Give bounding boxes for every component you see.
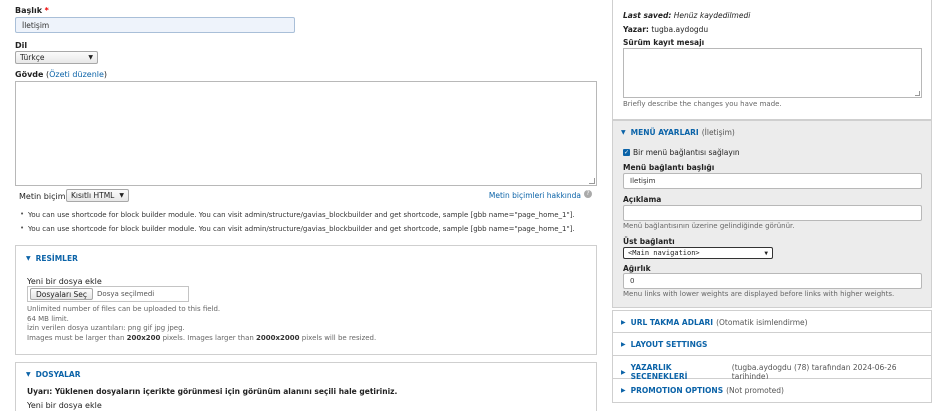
title-label: Başlık <box>15 6 43 15</box>
caret-down-icon: ▼ <box>26 255 31 262</box>
parent-selected: <Main navigation> <box>628 249 700 257</box>
files-toggle[interactable]: ▼ DOSYALAR <box>26 370 81 379</box>
layout-settings-toggle[interactable]: ▶ LAYOUT SETTINGS <box>621 340 707 349</box>
language-label: Dil <box>15 41 28 50</box>
caret-down-icon: ▼ <box>26 371 31 378</box>
images-limit-1: Unlimited number of files can be uploade… <box>27 305 221 313</box>
text-format-help-link[interactable]: Metin biçimleri hakkında <box>489 191 581 200</box>
files-title: DOSYALAR <box>35 370 81 379</box>
resize-handle-icon[interactable] <box>589 178 595 184</box>
provide-link-checkbox[interactable]: ✓ <box>623 149 630 156</box>
provide-link-label: Bir menü bağlantısı sağlayın <box>633 148 740 157</box>
description-input[interactable] <box>623 205 922 221</box>
size-mid: pixels. Images larger than <box>160 333 257 342</box>
images-add-label: Yeni bir dosya ekle <box>27 277 102 286</box>
body-label: Gövde <box>15 70 44 79</box>
description-label: Açıklama <box>623 195 662 204</box>
chevron-down-icon: ▼ <box>764 249 768 257</box>
layout-settings-section[interactable]: ▶ LAYOUT SETTINGS <box>612 333 932 356</box>
chevron-down-icon: ▼ <box>119 192 124 199</box>
title-field-group: Başlık * <box>15 6 49 15</box>
chevron-down-icon: ▼ <box>88 54 93 61</box>
text-format-label: Metin biçimi <box>19 192 68 201</box>
text-format-tips: You can use shortcode for block builder … <box>18 210 598 239</box>
meta-panel: Last saved: Henüz kaydedilmedi Yazar: tu… <box>612 0 932 120</box>
parent-select[interactable]: <Main navigation> ▼ <box>623 247 773 259</box>
images-description: Unlimited number of files can be uploade… <box>27 305 376 343</box>
link-title-label: Menü bağlantı başlığı <box>623 163 715 172</box>
section-title: LAYOUT SETTINGS <box>630 340 708 349</box>
section-title: URL TAKMA ADLARI <box>630 318 714 327</box>
promotion-toggle[interactable]: ▶ PROMOTION OPTIONS (Not promoted) <box>621 386 784 395</box>
paren-close: ) <box>103 70 108 79</box>
text-format-selected: Kısıtlı HTML <box>71 191 115 200</box>
author-label: Yazar: <box>623 25 649 34</box>
images-toggle[interactable]: ▼ RESİMLER <box>26 254 78 263</box>
provide-link-row: ✓ Bir menü bağlantısı sağlayın <box>623 148 740 157</box>
text-format-row: Metin biçimi Kısıtlı HTML ▼ Metin biçiml… <box>15 189 597 205</box>
section-subtitle: (Not promoted) <box>726 386 784 395</box>
body-editor[interactable] <box>15 81 597 186</box>
weight-label: Ağırlık <box>623 264 651 273</box>
images-limit-2: 64 MB limit. <box>27 314 69 323</box>
size-prefix: Images must be larger than <box>27 333 127 342</box>
size-min: 200x200 <box>126 333 161 342</box>
author-row: Yazar: tugba.aydogdu <box>623 25 708 34</box>
edit-summary-link[interactable]: Özeti düzenle <box>49 70 104 79</box>
files-fieldset: ▼ DOSYALAR Uyarı: Yüklenen dosyaların iç… <box>15 362 597 411</box>
menu-settings-toggle[interactable]: ▼ MENÜ AYARLARI (İletişim) <box>621 128 735 137</box>
files-warning: Uyarı: Yüklenen dosyaların içerikte görü… <box>27 387 398 396</box>
images-size-rule: Images must be larger than 200x200 pixel… <box>27 334 376 344</box>
language-select[interactable]: Türkçe ▼ <box>15 51 98 64</box>
weight-description: Menu links with lower weights are displa… <box>623 290 895 298</box>
caret-right-icon: ▶ <box>621 341 626 348</box>
images-file-input[interactable]: Dosyaları Seç Dosya seçilmedi <box>27 286 189 302</box>
text-format-select[interactable]: Kısıtlı HTML ▼ <box>66 189 129 202</box>
menu-settings-subtitle: (İletişim) <box>701 128 735 137</box>
parent-label: Üst bağlantı <box>623 237 675 246</box>
menu-settings-title: MENÜ AYARLARI <box>630 128 699 137</box>
images-fieldset: ▼ RESİMLER Yeni bir dosya ekle Dosyaları… <box>15 245 597 355</box>
last-saved: Last saved: Henüz kaydedilmedi <box>623 11 750 20</box>
revision-textarea[interactable] <box>623 48 922 98</box>
revision-label: Sürüm kayıt mesajı <box>623 38 705 47</box>
title-input[interactable] <box>15 17 295 33</box>
files-add-label: Yeni bir dosya ekle <box>27 401 102 410</box>
last-saved-value: Henüz kaydedilmedi <box>673 11 751 20</box>
author-value: tugba.aydogdu <box>651 25 709 34</box>
section-subtitle: (Otomatik isimlendirme) <box>716 318 808 327</box>
weight-input[interactable] <box>623 273 922 289</box>
required-mark: * <box>44 6 49 15</box>
section-title: PROMOTION OPTIONS <box>630 386 724 395</box>
promotion-section[interactable]: ▶ PROMOTION OPTIONS (Not promoted) <box>612 379 932 403</box>
url-alias-toggle[interactable]: ▶ URL TAKMA ADLARI (Otomatik isimlendirm… <box>621 318 808 327</box>
no-file-text: Dosya seçilmedi <box>97 290 155 298</box>
size-max: 2000x2000 <box>256 333 300 342</box>
url-alias-section[interactable]: ▶ URL TAKMA ADLARI (Otomatik isimlendirm… <box>612 310 932 333</box>
caret-right-icon: ▶ <box>621 319 626 326</box>
authoring-section[interactable]: ▶ YAZARLIK SEÇENEKLERİ (tugba.aydogdu (7… <box>612 356 932 381</box>
body-label-row: Gövde (Özeti düzenle) <box>15 70 107 79</box>
link-title-input[interactable] <box>623 173 922 189</box>
images-extensions: İzin verilen dosya uzantıları: png gif j… <box>27 324 185 332</box>
description-help: Menü bağlantısının üzerine gelindiğinde … <box>623 222 795 230</box>
images-title: RESİMLER <box>35 254 78 263</box>
resize-handle-icon[interactable] <box>915 91 920 96</box>
caret-right-icon: ▶ <box>621 368 626 376</box>
choose-files-button[interactable]: Dosyaları Seç <box>30 288 94 300</box>
list-item: You can use shortcode for block builder … <box>18 224 598 233</box>
caret-right-icon: ▶ <box>621 387 626 394</box>
help-icon[interactable]: ? <box>584 190 592 198</box>
language-selected: Türkçe <box>20 53 45 62</box>
revision-description: Briefly describe the changes you have ma… <box>623 100 782 108</box>
last-saved-label: Last saved: <box>623 11 672 20</box>
size-suffix: pixels will be resized. <box>299 333 377 342</box>
list-item: You can use shortcode for block builder … <box>18 210 598 219</box>
caret-down-icon: ▼ <box>621 129 626 136</box>
menu-settings-panel: ▼ MENÜ AYARLARI (İletişim) ✓ Bir menü ba… <box>612 120 932 308</box>
